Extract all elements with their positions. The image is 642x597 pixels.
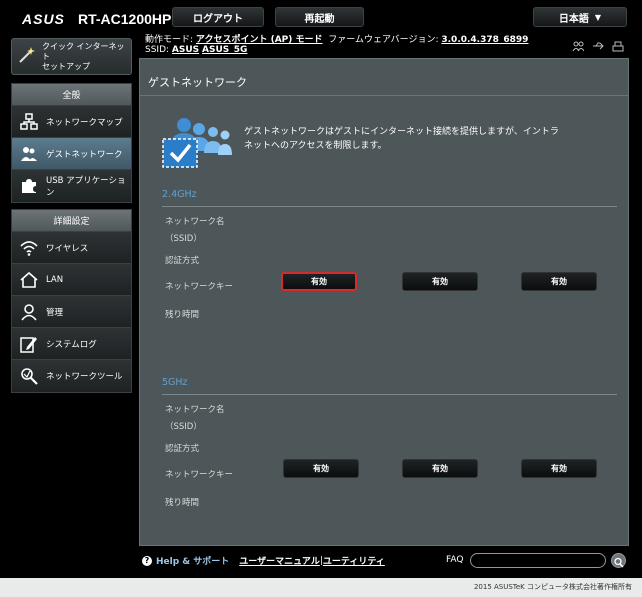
edit-log-icon [20,335,38,353]
enable-button-5-3[interactable]: 有効 [521,459,597,478]
chevron-down-icon: ▼ [594,12,602,22]
ssid-label: SSID: [145,45,170,55]
asus-logo: ASUS [21,11,72,31]
wifi-icon [20,239,38,257]
sidebar-item-label: USB アプリケーション [46,176,126,198]
sidebar-item-administration[interactable]: 管理 [12,296,131,328]
field-key-24: ネットワークキー [165,282,234,292]
general-nav-group: 全般 ネットワークマップ ゲストネットワーク USB アプリケーション [11,83,132,203]
band-divider-24ghz [162,206,617,207]
sidebar-item-wireless[interactable]: ワイヤレス [12,232,131,264]
magic-wand-icon [18,46,36,68]
enable-button-24-3[interactable]: 有効 [521,272,597,291]
reboot-button[interactable]: 再起動 [275,7,364,27]
language-select[interactable]: 日本語 ▼ [533,7,627,27]
sidebar-item-label: ワイヤレス [46,243,89,254]
page-title: ゲストネットワーク [148,76,247,89]
description-line-1: ゲストネットワークはゲストにインターネット接続を提供しますが、イントラ [244,127,559,137]
sidebar-item-label: システムログ [46,339,97,350]
title-divider [140,95,628,96]
sidebar-item-lan[interactable]: LAN [12,264,131,296]
general-header: 全般 [12,84,131,106]
sidebar-item-label: ネットワークマップ [46,117,123,128]
status-icons [572,37,624,52]
field-time-5: 残り時間 [165,498,200,508]
firmware-label: ファームウェアバージョン: [328,35,439,45]
sidebar-item-network-tools[interactable]: ネットワークツール [12,360,131,392]
usb-icon[interactable] [592,37,604,50]
svg-text:ASUS: ASUS [22,12,65,26]
field-time-24: 残り時間 [165,310,200,320]
band-label-24ghz: 2.4GHz [162,189,197,200]
guest-network-panel: ゲストネットワーク ゲストネットワークはゲストにインターネット接続を提供しますが… [139,58,629,546]
enable-button-24-1[interactable]: 有効 [281,272,357,291]
field-ssid-5: （SSID） [165,422,202,432]
copyright-text: 2015 ASUSTeK コンピュータ株式会社著作権所有 [473,583,632,591]
sidebar-item-system-log[interactable]: システムログ [12,328,131,360]
sidebar-item-label: 管理 [46,307,64,318]
faq-label: FAQ [446,555,464,565]
field-key-5: ネットワークキー [165,470,234,480]
search-tools-icon [20,367,38,385]
advanced-nav-group: 詳細設定 ワイヤレス LAN 管理 システムログ ネットワークツール [11,209,132,393]
guest-network-illustration-icon [162,117,234,169]
field-ssid-24: （SSID） [165,234,202,244]
sidebar-item-label: LAN [46,274,64,285]
router-model: RT-AC1200HP [78,11,172,27]
logout-button[interactable]: ログアウト [172,7,264,27]
sidebar-item-label: ゲストネットワーク [46,149,123,160]
guest-users-icon [20,145,38,163]
puzzle-icon [20,177,38,195]
band-divider-5ghz [162,394,617,395]
sidebar-item-usb-application[interactable]: USB アプリケーション [12,170,131,202]
mode-label: 動作モード: [145,35,194,45]
enable-button-5-1[interactable]: 有効 [283,459,359,478]
intro-description: ゲストネットワークはゲストにインターネット接続を提供しますが、イントラ ネットへ… [244,125,574,153]
sidebar-item-network-map[interactable]: ネットワークマップ [12,106,131,138]
sidebar-item-label: ネットワークツール [46,372,123,382]
enable-button-24-2[interactable]: 有効 [402,272,478,291]
operation-mode-line: 動作モード: アクセスポイント (AP) モード ファームウェアバージョン: 3… [145,32,528,45]
search-icon[interactable] [611,553,626,568]
language-value: 日本語 [558,13,589,25]
field-auth-24: 認証方式 [165,256,200,266]
description-line-2: ネットへのアクセスを制限します。 [244,141,387,151]
ssid-link-2[interactable]: ASUS_5G [202,45,247,55]
network-map-icon [20,112,38,131]
help-icon: ? [142,555,152,566]
home-icon [20,271,38,289]
field-network-name-5: ネットワーク名 [165,405,225,415]
router-admin-frame: ASUS RT-AC1200HP ログアウト 再起動 日本語 ▼ 動作モード: … [0,0,642,578]
band-label-5ghz: 5GHz [162,377,188,388]
utility-link[interactable]: ユーティリティ [323,554,385,567]
faq-search-input[interactable] [470,553,606,568]
qis-label-line1: クイック インターネット [42,41,125,61]
field-network-name-24: ネットワーク名 [165,217,225,227]
help-support-link[interactable]: Help & サポート [156,554,229,567]
quick-internet-setup-button[interactable]: クイック インターネット セットアップ [11,38,132,75]
field-auth-5: 認証方式 [165,444,200,454]
advanced-header: 詳細設定 [12,210,131,232]
user-icon [20,303,38,321]
printer-icon[interactable] [612,37,624,52]
sidebar-item-guest-network[interactable]: ゲストネットワーク [12,138,131,170]
footer-links: ? Help & サポート ユーザーマニュアル | ユーティリティ [142,554,385,567]
enable-button-5-2[interactable]: 有効 [402,459,478,478]
ssid-line: SSID: ASUS ASUS_5G [145,45,247,55]
firmware-link[interactable]: 3.0.0.4.378_6899 [441,35,528,45]
clients-icon[interactable] [572,37,585,52]
ssid-link-1[interactable]: ASUS [172,45,199,55]
qis-label-line2: セットアップ [42,61,90,71]
user-manual-link[interactable]: ユーザーマニュアル [239,554,320,567]
mode-link[interactable]: アクセスポイント (AP) モード [196,35,323,45]
